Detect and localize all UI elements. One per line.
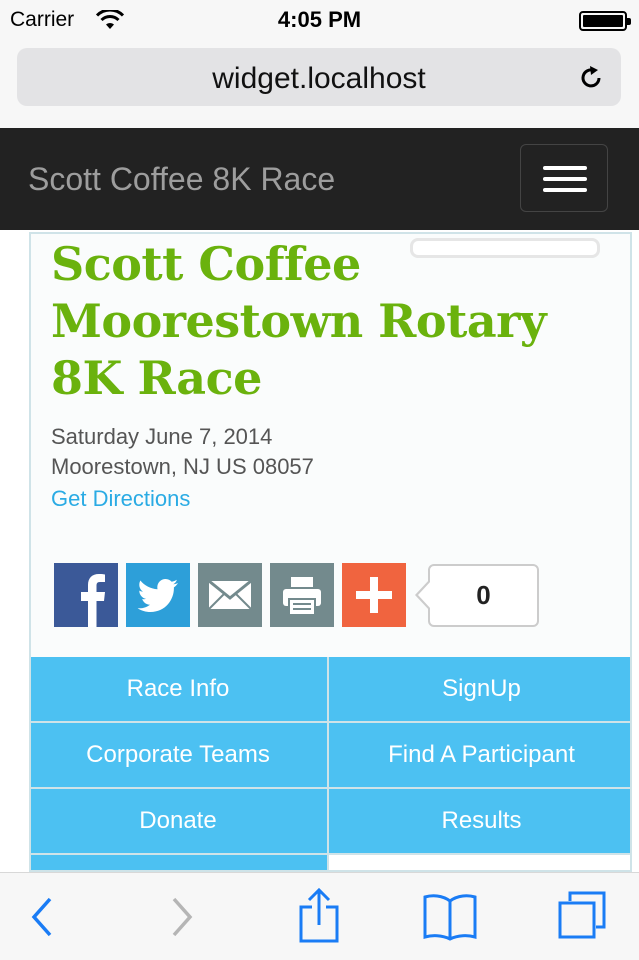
share-count-arrow-inner	[418, 581, 431, 609]
twitter-icon	[137, 579, 178, 612]
tabs-icon[interactable]	[556, 889, 608, 941]
browser-bar: widget.localhost	[0, 40, 639, 128]
url-text: widget.localhost	[212, 62, 426, 95]
facebook-share-button[interactable]	[54, 563, 118, 627]
menu-race-info[interactable]: Race Info	[31, 657, 329, 723]
menu-results[interactable]: Results	[329, 789, 630, 855]
brand-title[interactable]: Scott Coffee 8K Race	[28, 161, 335, 198]
plus-icon	[356, 577, 392, 613]
twitter-share-button[interactable]	[126, 563, 190, 627]
clock-label: 4:05 PM	[277, 7, 362, 32]
race-widget: Scott Coffee Moorestown Rotary 8K Race S…	[29, 232, 632, 872]
browser-toolbar	[0, 872, 639, 960]
reload-icon[interactable]	[577, 64, 605, 92]
menu-cell-empty	[329, 855, 630, 870]
battery-tip	[627, 18, 631, 25]
hamburger-bar	[543, 166, 587, 170]
forward-icon[interactable]	[166, 895, 198, 939]
hamburger-menu-icon[interactable]	[520, 144, 608, 212]
status-bar: Carrier 4:05 PM	[0, 0, 639, 40]
hamburger-bar	[543, 177, 587, 181]
menu-corporate-teams[interactable]: Corporate Teams	[31, 723, 329, 789]
battery-fill	[583, 15, 623, 27]
menu-signup[interactable]: SignUp	[329, 657, 630, 723]
race-date: Saturday June 7, 2014	[51, 424, 273, 449]
bookmarks-icon[interactable]	[422, 893, 478, 941]
get-directions-link[interactable]: Get Directions	[51, 486, 190, 512]
more-share-button[interactable]	[342, 563, 406, 627]
menu-cell-partial[interactable]	[31, 855, 329, 870]
email-share-button[interactable]	[198, 563, 262, 627]
race-location: Moorestown, NJ US 08057	[51, 454, 314, 479]
email-icon	[208, 579, 252, 610]
facebook-icon	[81, 574, 105, 627]
share-icon[interactable]	[297, 887, 341, 943]
menu-find-a-participant[interactable]: Find A Participant	[329, 723, 630, 789]
print-share-button[interactable]	[270, 563, 334, 627]
print-icon	[283, 577, 321, 616]
race-title: Scott Coffee Moorestown Rotary 8K Race	[51, 237, 547, 405]
back-icon[interactable]	[26, 895, 58, 939]
address-field[interactable]: widget.localhost	[17, 48, 621, 106]
hamburger-bar	[543, 188, 587, 192]
menu-donate[interactable]: Donate	[31, 789, 329, 855]
navbar: Scott Coffee 8K Race	[0, 128, 639, 230]
share-count: 0	[428, 564, 539, 627]
battery-icon	[579, 11, 631, 31]
